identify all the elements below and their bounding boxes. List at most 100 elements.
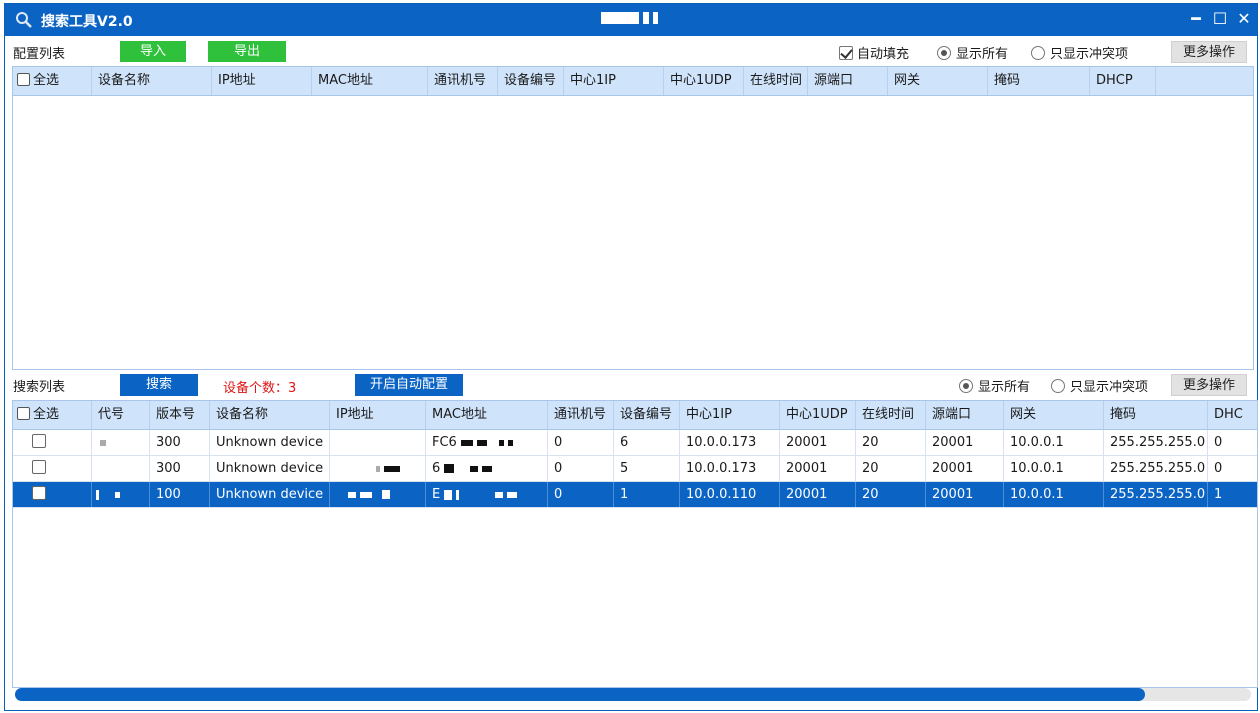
row-checkbox[interactable] [13, 482, 92, 507]
close-button[interactable]: ✕ [1233, 8, 1255, 30]
window-title: 搜索工具V2.0 [41, 14, 133, 30]
src-port-cell: 20001 [926, 482, 1004, 507]
search-grid-body[interactable]: 300 Unknown device FC6 0 6 10.0.0.173 20… [12, 430, 1258, 688]
comm-no-cell: 0 [548, 482, 614, 507]
maximize-button[interactable]: ☐ [1209, 8, 1231, 30]
search-show-all-radio[interactable]: 显示所有 [959, 376, 1030, 395]
export-button[interactable]: 导出 [208, 41, 286, 62]
row-checkbox[interactable] [13, 456, 92, 481]
device-count: 设备个数：3 [223, 381, 297, 396]
center-ip-cell: 10.0.0.110 [680, 482, 780, 507]
online-time-cell: 20 [856, 482, 926, 507]
search-tool-window: 搜索工具V2.0 ━ ☐ ✕ 配置列表 导入 导出 自动填充 显示所有 只显示冲… [4, 3, 1258, 711]
table-row-selected[interactable]: 100 Unknown device E 0 1 10.0.0.110 2000… [13, 482, 1257, 508]
title-bar[interactable]: 搜索工具V2.0 ━ ☐ ✕ [5, 4, 1257, 36]
table-row[interactable]: 300 Unknown device 6 0 5 10.0.0.173 2000… [13, 456, 1257, 482]
minimize-button[interactable]: ━ [1185, 8, 1207, 30]
search-show-all-label: 显示所有 [978, 380, 1031, 395]
device-name-cell: Unknown device [210, 456, 330, 481]
src-port-cell: 20001 [926, 456, 1004, 481]
col-mask[interactable]: 掩码 [1104, 401, 1208, 429]
select-all-checkbox-icon [17, 73, 30, 86]
col-src-port[interactable]: 源端口 [926, 401, 1004, 429]
import-button[interactable]: 导入 [120, 41, 186, 62]
col-device-no[interactable]: 设备编号 [498, 67, 564, 95]
online-time-cell: 20 [856, 430, 926, 455]
online-time-cell: 20 [856, 456, 926, 481]
auto-config-button[interactable]: 开启自动配置 [355, 374, 463, 396]
col-code[interactable]: 代号 [92, 401, 150, 429]
col-gateway[interactable]: 网关 [1004, 401, 1104, 429]
config-toolbar: 配置列表 导入 导出 自动填充 显示所有 只显示冲突项 更多操作 [5, 37, 1257, 65]
search-conflict-only-radio[interactable]: 只显示冲突项 [1051, 376, 1148, 395]
mask-cell: 255.255.255.0 [1104, 456, 1208, 481]
center-ip-cell: 10.0.0.173 [680, 430, 780, 455]
col-dhcp[interactable]: DHC [1208, 401, 1257, 429]
col-center-udp[interactable]: 中心1UDP [664, 67, 744, 95]
col-device-name[interactable]: 设备名称 [210, 401, 330, 429]
col-gateway[interactable]: 网关 [888, 67, 988, 95]
col-comm-no[interactable]: 通讯机号 [428, 67, 498, 95]
center-udp-cell: 20001 [780, 456, 856, 481]
col-src-port[interactable]: 源端口 [808, 67, 888, 95]
autofill-checkbox[interactable]: 自动填充 [839, 43, 909, 62]
dhcp-cell: 1 [1208, 482, 1257, 507]
col-mac[interactable]: MAC地址 [312, 67, 428, 95]
ip-cell [330, 430, 426, 455]
config-grid-body[interactable] [12, 96, 1254, 370]
col-center-ip[interactable]: 中心1IP [564, 67, 664, 95]
device-name-cell: Unknown device [210, 430, 330, 455]
col-online-time[interactable]: 在线时间 [856, 401, 926, 429]
search-select-all[interactable]: 全选 [13, 401, 92, 429]
config-show-all-label: 显示所有 [956, 47, 1009, 62]
config-select-all[interactable]: 全选 [13, 67, 92, 95]
device-name-cell: Unknown device [210, 482, 330, 507]
search-button[interactable]: 搜索 [120, 374, 198, 396]
ip-cell [330, 456, 426, 481]
autofill-label: 自动填充 [857, 47, 910, 62]
code-cell [92, 430, 150, 455]
scrollbar-thumb[interactable] [15, 688, 1145, 701]
col-version[interactable]: 版本号 [150, 401, 210, 429]
gateway-cell: 10.0.0.1 [1004, 430, 1104, 455]
config-more-actions-button[interactable]: 更多操作 [1171, 41, 1247, 63]
comm-no-cell: 0 [548, 456, 614, 481]
radio-unselected-icon [1031, 45, 1045, 60]
search-list-label: 搜索列表 [13, 380, 66, 395]
col-dhcp[interactable]: DHCP [1090, 67, 1156, 95]
gateway-cell: 10.0.0.1 [1004, 456, 1104, 481]
col-center-udp[interactable]: 中心1UDP [780, 401, 856, 429]
col-device-name[interactable]: 设备名称 [92, 67, 212, 95]
center-ip-cell: 10.0.0.173 [680, 456, 780, 481]
config-grid-header: 全选 设备名称 IP地址 MAC地址 通讯机号 设备编号 中心1IP 中心1UD… [12, 66, 1254, 96]
dhcp-cell: 0 [1208, 456, 1257, 481]
radio-unselected-icon [1051, 378, 1065, 393]
dhcp-cell: 0 [1208, 430, 1257, 455]
mac-cell: 6 [426, 456, 548, 481]
col-device-no[interactable]: 设备编号 [614, 401, 680, 429]
row-checkbox[interactable] [13, 430, 92, 455]
code-cell [92, 456, 150, 481]
select-all-checkbox-icon [17, 407, 30, 420]
col-ip[interactable]: IP地址 [212, 67, 312, 95]
col-mac[interactable]: MAC地址 [426, 401, 548, 429]
col-mask[interactable]: 掩码 [988, 67, 1090, 95]
col-online-time[interactable]: 在线时间 [744, 67, 808, 95]
col-ip[interactable]: IP地址 [330, 401, 426, 429]
code-cell [92, 482, 150, 507]
checkbox-checked-icon [839, 45, 853, 60]
mac-cell: FC6 [426, 430, 548, 455]
search-toolbar: 搜索列表 搜索 设备个数：3 开启自动配置 显示所有 只显示冲突项 更多操作 [5, 370, 1257, 398]
table-row[interactable]: 300 Unknown device FC6 0 6 10.0.0.173 20… [13, 430, 1257, 456]
search-more-actions-button[interactable]: 更多操作 [1171, 374, 1247, 396]
horizontal-scrollbar[interactable] [15, 688, 1251, 701]
config-conflict-only-radio[interactable]: 只显示冲突项 [1031, 43, 1128, 62]
config-show-all-radio[interactable]: 显示所有 [937, 43, 1008, 62]
gateway-cell: 10.0.0.1 [1004, 482, 1104, 507]
col-center-ip[interactable]: 中心1IP [680, 401, 780, 429]
mask-cell: 255.255.255.0 [1104, 482, 1208, 507]
mac-cell: E [426, 482, 548, 507]
radio-selected-icon [959, 378, 973, 393]
col-comm-no[interactable]: 通讯机号 [548, 401, 614, 429]
title-redacted [601, 12, 661, 26]
